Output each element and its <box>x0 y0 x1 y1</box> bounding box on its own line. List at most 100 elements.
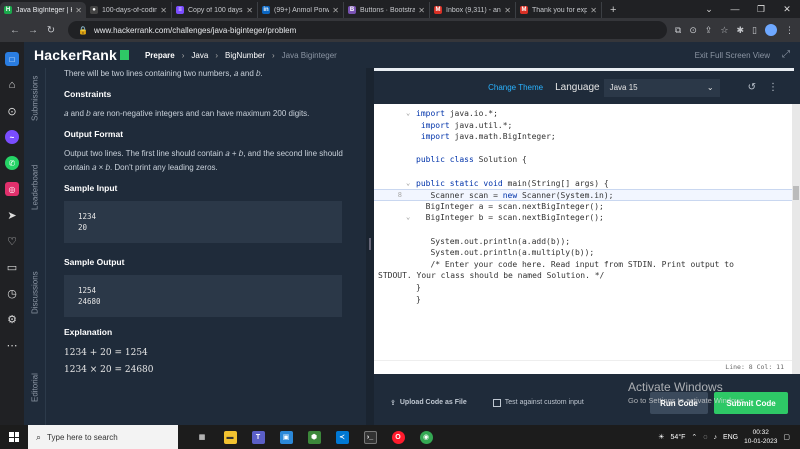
scrollbar-thumb[interactable] <box>793 186 799 200</box>
tab-gmail-thank-you[interactable]: M Thank you for expo ✕ <box>516 2 602 18</box>
more-icon[interactable]: ⋯ <box>3 332 21 358</box>
sidebar-icon[interactable]: ▯ <box>752 25 757 36</box>
fold-icon[interactable]: ⌄ <box>406 212 410 224</box>
share-icon[interactable]: ⇪ <box>705 25 713 36</box>
editor-scrollbar[interactable] <box>792 104 800 374</box>
close-icon[interactable]: ✕ <box>590 6 597 15</box>
address-bar: ← → ↻ 🔒 www.hackerrank.com/challenges/ja… <box>0 18 800 42</box>
upload-code-button[interactable]: ⇪ Upload Code as File <box>390 399 467 407</box>
wallet-icon[interactable]: ▭ <box>3 254 21 280</box>
clock-icon[interactable]: ◷ <box>3 280 21 306</box>
tab-linkedin[interactable]: in (99+) Anmol Porwa ✕ <box>258 2 344 18</box>
heart-icon[interactable]: ♡ <box>3 228 21 254</box>
close-icon[interactable]: ✕ <box>160 6 167 15</box>
reload-button[interactable]: ↻ <box>42 25 60 36</box>
tab-leaderboard[interactable]: Leaderboard <box>24 142 46 232</box>
collapse-icon[interactable]: ⤢ <box>782 49 790 60</box>
editor-status-bar: Line: 8 Col: 11 <box>374 360 792 374</box>
tab-editorial[interactable]: Editorial <box>24 358 46 418</box>
exit-fullscreen-link[interactable]: Exit Full Screen View <box>695 51 770 60</box>
back-button[interactable]: ← <box>6 25 24 36</box>
custom-input-checkbox[interactable] <box>492 398 501 407</box>
home-icon[interactable]: ⌂ <box>3 72 21 98</box>
chrome-icon[interactable]: ◉ <box>412 425 440 449</box>
language-select[interactable]: Java 15 ⌄ <box>603 78 720 97</box>
instagram-icon[interactable]: ◎ <box>3 176 21 202</box>
close-window-button[interactable]: ✕ <box>774 0 800 18</box>
clock[interactable]: 00:32 10-01-2023 <box>744 428 777 446</box>
settings-icon[interactable]: ⚙ <box>3 306 21 332</box>
file-explorer-icon[interactable]: ▬ <box>216 425 244 449</box>
start-button[interactable] <box>0 425 28 449</box>
hackerrank-logo[interactable]: HackerRank <box>34 47 129 63</box>
zoom-icon[interactable]: ⊙ <box>689 25 697 36</box>
more-options-icon[interactable]: ⋮ <box>768 82 778 93</box>
clock-date: 10-01-2023 <box>744 438 778 445</box>
fold-icon[interactable]: ⌄ <box>406 178 410 190</box>
tab-gmail-inbox[interactable]: M Inbox (9,311) - anm ✕ <box>430 2 516 18</box>
breadcrumb-java[interactable]: Java <box>191 51 208 60</box>
close-icon[interactable]: ✕ <box>246 6 253 15</box>
whatsapp-icon[interactable]: ✆ <box>3 150 21 176</box>
breadcrumb-prepare[interactable]: Prepare <box>145 51 175 60</box>
task-view-icon[interactable]: ▦ <box>188 425 216 449</box>
tab-submissions[interactable]: Submissions <box>24 68 46 128</box>
reset-code-icon[interactable]: ↺ <box>748 82 756 93</box>
forms-favicon-icon: ≡ <box>176 6 184 14</box>
cursor-position: Line: 8 Col: 11 <box>725 363 784 371</box>
hackerrank-favicon-icon: H <box>4 6 12 14</box>
close-icon[interactable]: ✕ <box>418 6 425 15</box>
screenshot-icon[interactable]: ⧉ <box>675 25 681 36</box>
weather-icon[interactable]: ☀ <box>658 433 664 441</box>
tray-chevron-icon[interactable]: ⌃ <box>691 433 697 441</box>
volume-icon[interactable]: ♪ <box>713 434 717 441</box>
profile-avatar[interactable] <box>765 24 777 36</box>
tab-discussions[interactable]: Discussions <box>24 248 46 338</box>
forward-button[interactable]: → <box>24 25 42 36</box>
back-circle-icon[interactable]: ⊙ <box>3 98 21 124</box>
menu-icon[interactable]: ⋮ <box>785 25 794 36</box>
tab-bootstrap-buttons[interactable]: B Buttons · Bootstrap ✕ <box>344 2 430 18</box>
vscode-icon[interactable]: ≺ <box>328 425 356 449</box>
terminal-icon[interactable]: ›_ <box>356 425 384 449</box>
new-tab-button[interactable]: + <box>602 2 624 18</box>
explanation-line: 1234 × 20 = 24680 <box>64 365 154 375</box>
extensions-icon[interactable]: ✱ <box>737 25 745 36</box>
teams-icon[interactable]: T <box>244 425 272 449</box>
star-icon[interactable]: ☆ <box>720 25 728 36</box>
sample-output-heading: Sample Output <box>64 257 125 267</box>
close-icon[interactable]: ✕ <box>75 6 82 15</box>
url-input[interactable]: 🔒 www.hackerrank.com/challenges/java-big… <box>68 21 667 39</box>
sample-input-heading: Sample Input <box>64 183 118 193</box>
notification-icon[interactable]: ▢ <box>783 433 790 441</box>
tab-title: Copy of 100 days o <box>188 6 244 14</box>
custom-input-label: Test against custom input <box>504 399 584 406</box>
custom-input-toggle[interactable]: Test against custom input <box>492 398 584 407</box>
upload-label: Upload Code as File <box>399 399 467 406</box>
chevron-down-icon[interactable]: ⌄ <box>696 0 722 18</box>
breadcrumb-bignumber[interactable]: BigNumber <box>225 51 265 60</box>
restore-button[interactable]: ❐ <box>748 0 774 18</box>
chevron-down-icon: ⌄ <box>706 83 714 92</box>
weather-text[interactable]: 54°F <box>671 434 686 441</box>
node-icon[interactable]: ⬢ <box>300 425 328 449</box>
tab-100-days-of-coding[interactable]: ● 100-days-of-coding ✕ <box>86 2 172 18</box>
sample-input-box: 1234 20 <box>64 201 342 243</box>
panel-resize-handle[interactable] <box>366 68 374 425</box>
tab-copy-of-100-days[interactable]: ≡ Copy of 100 days o ✕ <box>172 2 258 18</box>
send-icon[interactable]: ➤ <box>3 202 21 228</box>
store-icon[interactable]: ▣ <box>272 425 300 449</box>
tabs-icon[interactable]: □ <box>3 46 21 72</box>
messenger-icon[interactable]: ~ <box>3 124 21 150</box>
code-area[interactable]: ⌄ import java.io.*; import java.util.*; i… <box>374 104 792 360</box>
close-icon[interactable]: ✕ <box>504 6 511 15</box>
fold-icon[interactable]: ⌄ <box>406 108 410 120</box>
taskbar-search-input[interactable]: ⌕ Type here to search <box>28 425 178 449</box>
minimize-button[interactable]: — <box>722 0 748 18</box>
language-indicator[interactable]: ENG <box>723 434 738 441</box>
opera-icon[interactable]: O <box>384 425 412 449</box>
tab-java-biginteger[interactable]: H Java BigInteger | Ha ✕ <box>0 2 86 18</box>
change-theme-link[interactable]: Change Theme <box>488 83 543 92</box>
close-icon[interactable]: ✕ <box>332 6 339 15</box>
network-icon[interactable]: ◌ <box>703 434 707 441</box>
